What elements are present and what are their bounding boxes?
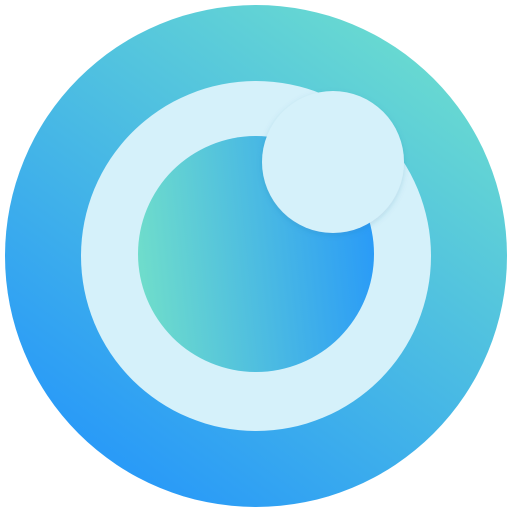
app-icon-canvas bbox=[0, 0, 512, 512]
crescent-highlight-shape bbox=[262, 91, 404, 233]
eye-lens-app-icon bbox=[5, 5, 507, 507]
